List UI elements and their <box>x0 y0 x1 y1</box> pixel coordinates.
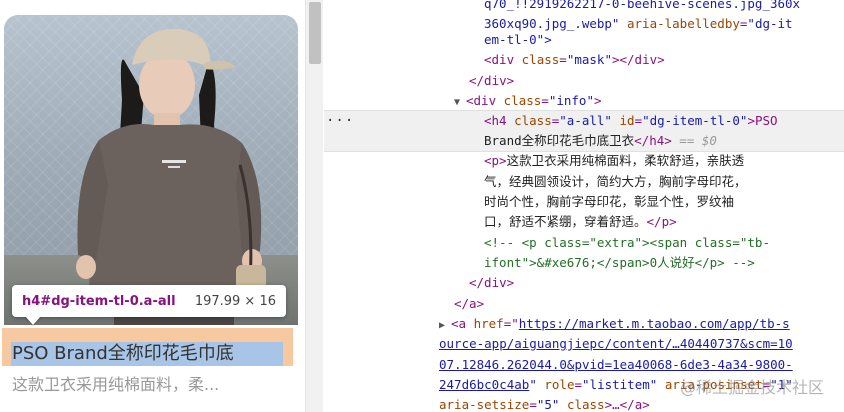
attr-value: "dg-item-tl-0" <box>642 113 748 128</box>
text-node: 这款卫衣采用纯棉面料，柔软舒适，亲肤透 <box>506 153 745 168</box>
tag-name: <p> <box>484 153 507 168</box>
quote: " <box>529 377 537 392</box>
attr-name: aria-setsize <box>439 397 530 412</box>
text-node: 气，经典圆领设计，简约大方，胸前字母印花， <box>484 174 747 189</box>
attr-value: "dg-it <box>747 16 793 31</box>
attr-value: "listitem" <box>582 377 658 392</box>
tag-name: <div <box>484 52 515 67</box>
dom-line[interactable]: 口，舒适不紧绷，穿着舒适。</p> <box>484 212 677 233</box>
tag-text: >PSO <box>747 113 778 128</box>
dom-line[interactable]: aria-setsize="5" class>…</a> <box>439 395 650 412</box>
tag-close: </div> <box>469 275 515 290</box>
attr-value: "5" <box>536 397 560 412</box>
tag-close: </a> <box>454 296 485 311</box>
tag-close: >…</a> <box>604 397 650 412</box>
image-mask <box>4 15 298 325</box>
comment-node: <!-- <p class="extra"><span class="tb- <box>484 235 770 250</box>
scrollbar-thumb[interactable] <box>309 2 321 64</box>
tag-close: > <box>593 93 602 108</box>
attr-value: q70_!!2919262217-0-beehive-scenes.jpg_36… <box>484 0 801 11</box>
href-link[interactable]: ource-app/aiguangjiepc/content/…40440737… <box>439 336 793 351</box>
watermark: @稀土掘金技术社区 <box>679 378 824 397</box>
text-node: 时尚个性，胸前字母印花，彰显个性，罗纹袖 <box>484 194 735 209</box>
dom-line[interactable]: Brand全称印花毛巾底卫衣</h4> == $0 <box>484 131 717 152</box>
dom-line[interactable]: q70_!!2919262217-0-beehive-scenes.jpg_36… <box>484 0 800 15</box>
tag-close: ></div> <box>611 52 665 67</box>
text-node: 口，舒适不紧绷，穿着舒适。 <box>484 214 647 229</box>
comment-node: ifont">&#xe676;</span>0人说好</p> --> <box>484 255 755 270</box>
dom-line[interactable]: em-tl-0"> <box>484 30 552 51</box>
dom-line-anchor[interactable]: ▶ <a href="https://market.m.taobao.com/ap… <box>439 314 790 335</box>
attr-value: "mask" <box>566 52 612 67</box>
tooltip-selector: h4#dg-item-tl-0.a-all <box>22 293 176 309</box>
product-description: 这款卫衣采用纯棉面料，柔... <box>12 375 220 394</box>
dom-line-mask[interactable]: <div class="mask"></div> <box>484 50 665 71</box>
attr-name: role <box>544 377 575 392</box>
attr-value: em-tl-0"> <box>484 32 552 47</box>
tag-name: <div <box>466 93 497 108</box>
attr-value: 360xq90.jpg_.webp" <box>484 16 620 31</box>
equals-quote: =" <box>503 316 519 331</box>
dom-line[interactable]: 气，经典圆领设计，简约大方，胸前字母印花， <box>484 172 747 193</box>
href-link[interactable]: https://market.m.taobao.com/app/tb-s <box>519 316 790 331</box>
tooltip-arrow <box>25 316 41 325</box>
href-link[interactable]: 07.12846.262044.0&pvid=1ea40068-6de3-4a3… <box>439 357 793 372</box>
dom-line[interactable]: ource-app/aiguangjiepc/content/…40440737… <box>439 334 793 355</box>
dom-line[interactable]: </div> <box>469 71 514 92</box>
tooltip-dimensions: 197.99 × 16 <box>194 293 276 309</box>
tag-close: </p> <box>646 214 677 229</box>
dom-line[interactable]: 07.12846.262044.0&pvid=1ea40068-6de3-4a3… <box>439 355 793 376</box>
attr-value: "a-all" <box>559 113 612 128</box>
collapse-triangle-icon[interactable]: ▼ <box>454 93 466 114</box>
tag-close: </h4> <box>634 133 672 148</box>
page-preview: h4#dg-item-tl-0.a-all 197.99 × 16 PSO Br… <box>0 0 305 412</box>
attr-value: "info" <box>548 93 594 108</box>
product-title[interactable]: PSO Brand全称印花毛巾底 <box>12 343 284 365</box>
tag-name: <h4 <box>484 113 507 128</box>
inspect-tooltip: h4#dg-item-tl-0.a-all 197.99 × 16 <box>12 285 286 317</box>
attr-name: class <box>503 93 542 108</box>
attr-name: class <box>566 397 605 412</box>
dom-line-h4-selected[interactable]: <h4 class="a-all" id="dg-item-tl-0">PSO <box>484 111 778 132</box>
node-options-button[interactable]: ··· <box>326 111 354 132</box>
href-link[interactable]: 247d6bc0c4ab <box>439 377 529 392</box>
preview-scrollbar[interactable] <box>305 0 323 412</box>
dom-line[interactable]: 时尚个性，胸前字母印花，彰显个性，罗纹袖 <box>484 192 734 213</box>
dom-line[interactable]: </div> <box>469 273 514 294</box>
attr-name: href <box>473 316 504 331</box>
devtools-elements-panel[interactable]: ··· q70_!!2919262217-0-beehive-scenes.jp… <box>324 0 844 412</box>
console-ref: == $0 <box>671 133 717 148</box>
dom-line-info[interactable]: ▼ <div class="info"> <box>454 91 602 112</box>
attr-name: class <box>514 113 552 128</box>
tag-close: </div> <box>469 73 515 88</box>
attr-name: aria-labelledby <box>627 16 740 31</box>
dom-line-p[interactable]: <p>这款卫衣采用纯棉面料，柔软舒适，亲肤透 <box>484 151 744 172</box>
tag-name: <a <box>451 316 467 331</box>
attr-name: id <box>619 113 635 128</box>
attr-name: class <box>521 52 560 67</box>
dom-line-comment[interactable]: <!-- <p class="extra"><span class="tb- <box>484 233 770 254</box>
text-node: Brand全称印花毛巾底卫衣 <box>484 133 635 148</box>
dom-line[interactable]: </a> <box>454 294 484 315</box>
dom-line-comment[interactable]: ifont">&#xe676;</span>0人说好</p> --> <box>484 253 755 274</box>
